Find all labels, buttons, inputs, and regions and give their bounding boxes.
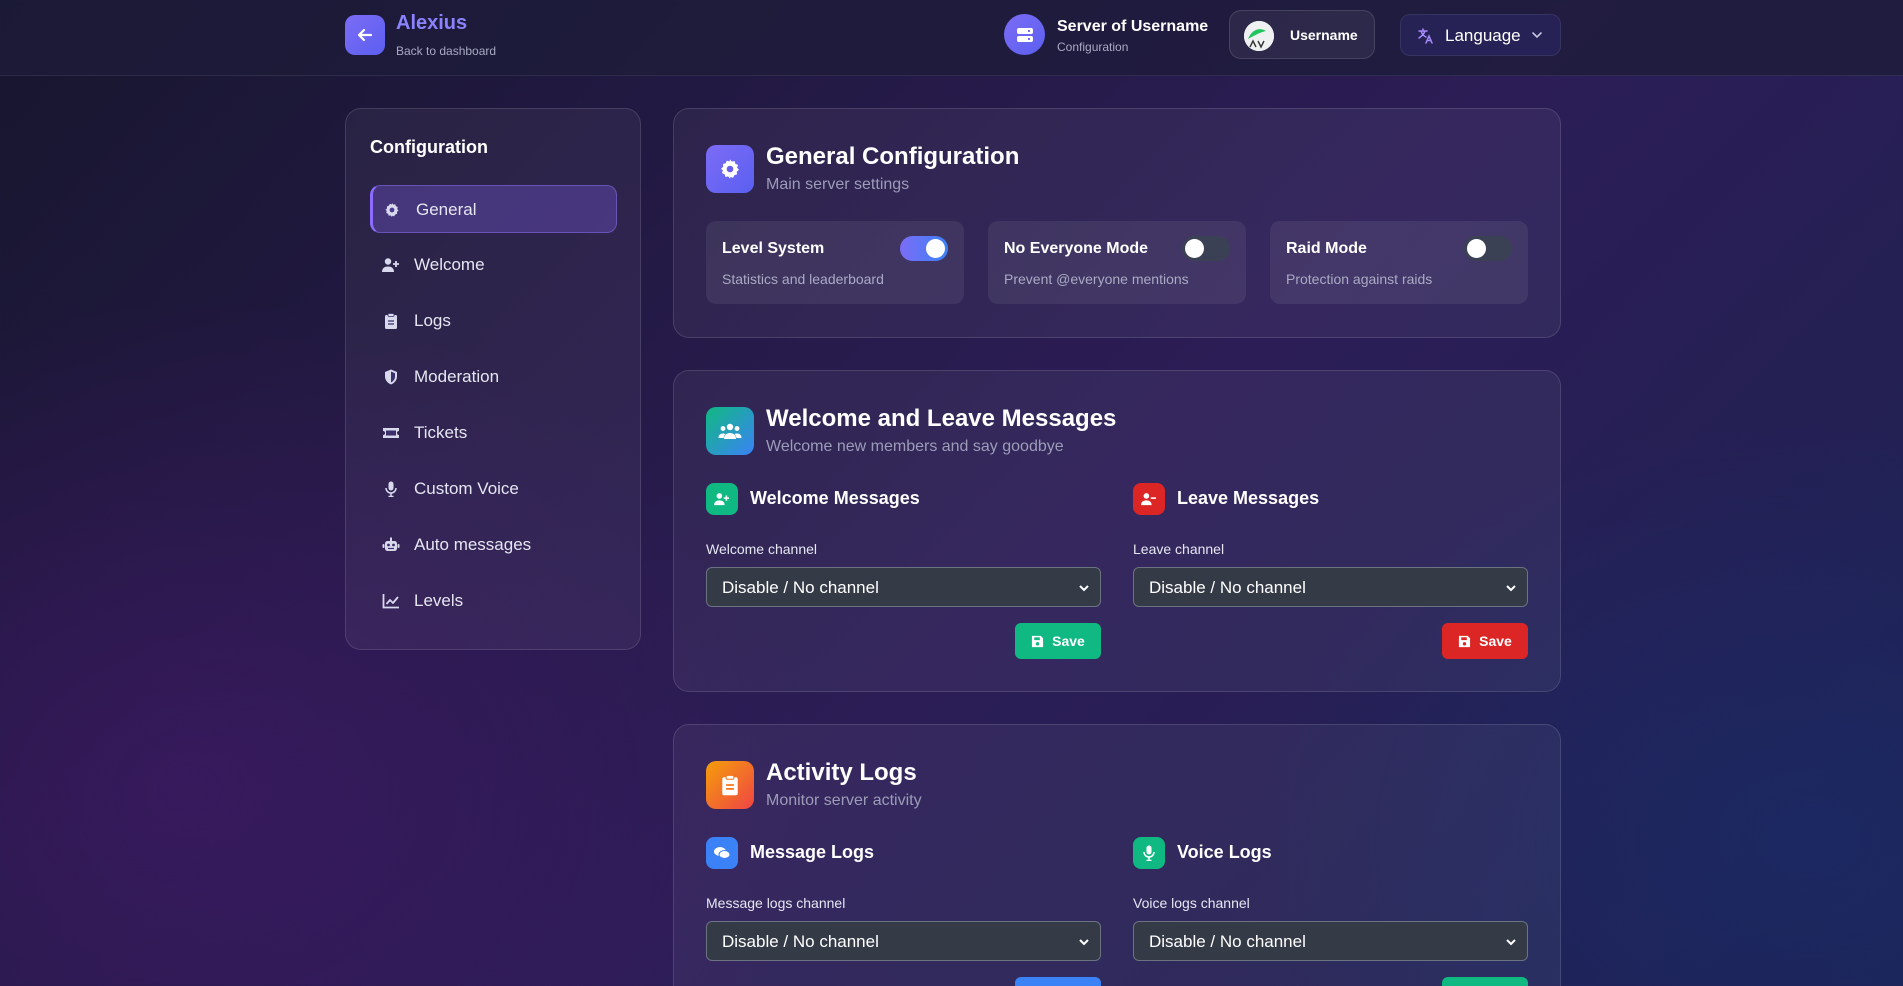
message-logs-title: Message Logs [750,842,875,862]
microphone-icon [1133,837,1165,869]
no-everyone-mode-setting: No Everyone Mode Prevent @everyone menti… [988,221,1246,304]
no-everyone-mode-toggle[interactable] [1182,236,1230,261]
activity-logs-card: Activity Logs Monitor server activity Me… [673,724,1561,986]
sidebar-item-label: Moderation [414,367,500,386]
chart-line-icon [382,592,400,610]
server-subtitle: Configuration [1057,40,1129,54]
sidebar-item-label: Tickets [414,423,468,442]
setting-title: Raid Mode [1286,240,1367,257]
floppy-disk-icon [1032,635,1044,647]
server-name: Server of Username [1057,18,1209,35]
sidebar-item-welcome[interactable]: Welcome [370,241,617,289]
top-bar: Alexius Back to dashboard Server of User… [0,0,1903,76]
welcome-leave-card: Welcome and Leave Messages Welcome new m… [673,370,1561,692]
setting-title: Level System [722,240,825,257]
welcome-channel-select[interactable]: Disable / No channel [706,567,1101,607]
username: Username [1290,27,1358,43]
card-title: General Configuration [766,143,1020,170]
chevron-down-icon [1506,585,1516,592]
sidebar-item-label: Logs [414,311,451,330]
chevron-down-icon [1079,939,1089,946]
card-title: Welcome and Leave Messages [766,405,1117,432]
server-icon [1004,14,1045,55]
setting-title: No Everyone Mode [1004,240,1149,257]
sidebar-item-general[interactable]: General [370,185,617,233]
general-config-card: General Configuration Main server settin… [673,108,1561,338]
save-label: Save [1052,633,1085,649]
message-logs-save-button[interactable] [1015,977,1101,986]
voice-logs-save-button[interactable] [1442,977,1528,986]
chevron-down-icon [1506,939,1516,946]
clipboard-icon [706,761,754,809]
level-system-setting: Level System Statistics and leaderboard [706,221,964,304]
floppy-disk-icon [1459,635,1471,647]
robot-icon [382,536,400,554]
welcome-save-button[interactable]: Save [1015,623,1101,659]
setting-description: Protection against raids [1286,271,1433,287]
select-value: Disable / No channel [1149,578,1306,597]
sidebar-item-moderation[interactable]: Moderation [370,353,617,401]
voice-logs-channel-select[interactable]: Disable / No channel [1133,921,1528,961]
sidebar-item-label: Levels [414,591,464,610]
chevron-down-icon [1079,585,1089,592]
ticket-icon [382,424,400,442]
chevron-down-icon [1532,32,1542,39]
card-subtitle: Welcome new members and say goodbye [766,438,1064,455]
user-menu[interactable]: Username [1229,10,1375,59]
sidebar-title: Configuration [370,137,488,157]
avatar [1244,21,1274,51]
sidebar-item-label: Custom Voice [414,479,519,498]
raid-mode-toggle[interactable] [1464,236,1512,261]
card-subtitle: Monitor server activity [766,792,922,809]
sidebar-item-logs[interactable]: Logs [370,297,617,345]
clipboard-icon [382,312,400,330]
language-dropdown[interactable]: Language [1400,14,1561,56]
shield-icon [382,368,400,386]
arrow-left-icon [357,28,373,42]
leave-save-button[interactable]: Save [1442,623,1528,659]
raid-mode-setting: Raid Mode Protection against raids [1270,221,1528,304]
setting-description: Statistics and leaderboard [722,271,884,287]
level-system-toggle[interactable] [900,236,948,261]
welcome-messages-title: Welcome Messages [750,488,920,508]
user-minus-icon [1133,483,1165,515]
leave-messages-title: Leave Messages [1177,488,1320,508]
brand-name[interactable]: Alexius [396,12,467,35]
sidebar-item-label: Auto messages [414,535,532,554]
back-to-dashboard-link[interactable]: Back to dashboard [396,44,496,58]
sidebar: Configuration General Welcome Logs Moder… [345,108,641,650]
comments-icon [706,837,738,869]
message-logs-channel-select[interactable]: Disable / No channel [706,921,1101,961]
user-plus-icon [706,483,738,515]
back-button[interactable] [345,15,385,55]
select-value: Disable / No channel [722,578,879,597]
setting-description: Prevent @everyone mentions [1004,271,1189,287]
gear-icon [706,145,754,193]
sidebar-item-levels[interactable]: Levels [370,577,617,625]
message-logs-channel-label: Message logs channel [706,895,846,911]
users-icon [706,407,754,455]
select-value: Disable / No channel [722,932,879,951]
sidebar-item-auto-messages[interactable]: Auto messages [370,521,617,569]
sidebar-item-custom-voice[interactable]: Custom Voice [370,465,617,513]
sidebar-item-label: Welcome [414,255,485,274]
voice-logs-channel-label: Voice logs channel [1133,895,1250,911]
card-subtitle: Main server settings [766,176,910,193]
voice-logs-title: Voice Logs [1177,842,1272,862]
microphone-icon [382,480,400,498]
card-title: Activity Logs [766,759,917,786]
sidebar-item-tickets[interactable]: Tickets [370,409,617,457]
welcome-channel-label: Welcome channel [706,541,818,557]
translate-icon [1418,28,1433,44]
sidebar-item-label: General [416,200,477,219]
select-value: Disable / No channel [1149,932,1306,951]
leave-channel-select[interactable]: Disable / No channel [1133,567,1528,607]
gear-icon [383,201,401,219]
language-label: Language [1445,26,1521,45]
user-plus-icon [382,256,400,274]
leave-channel-label: Leave channel [1133,541,1225,557]
save-label: Save [1479,633,1512,649]
